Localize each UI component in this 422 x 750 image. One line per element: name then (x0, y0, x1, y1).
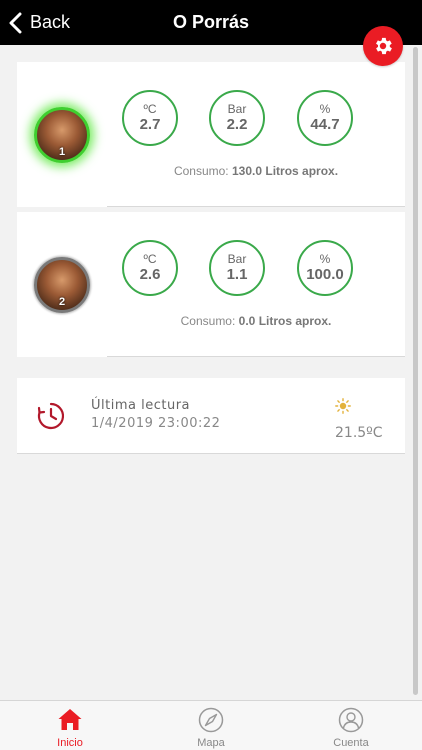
compass-icon (198, 707, 224, 733)
consumption-text: Consumo: 130.0 Litros aprox. (17, 164, 405, 178)
chevron-left-icon (9, 12, 22, 33)
tab-cuenta[interactable]: Cuenta (281, 701, 421, 750)
tank-avatar-2[interactable]: 2 (34, 257, 90, 313)
gear-icon (376, 37, 392, 55)
pressure-gauge: Bar 2.2 (209, 90, 265, 146)
gauge-unit: Bar (227, 252, 247, 266)
sun-icon (335, 398, 351, 414)
last-reading-datetime: 1/4/2019 23:00:22 (91, 416, 221, 431)
temperature-gauge: ºC 2.7 (122, 90, 178, 146)
level-gauge: % 100.0 (297, 240, 353, 296)
last-reading-label: Última lectura (91, 398, 191, 413)
tank-number: 2 (58, 296, 66, 308)
gauge-unit: Bar (227, 102, 247, 116)
user-icon (338, 707, 364, 733)
gauge-value: 2.7 (139, 116, 161, 133)
gauge-unit: ºC (143, 102, 157, 116)
divider (107, 206, 405, 207)
divider (107, 356, 405, 357)
back-label: Back (30, 12, 71, 32)
pressure-gauge: Bar 1.1 (209, 240, 265, 296)
tab-label: Cuenta (333, 737, 369, 749)
consumption-label: Consumo: (180, 314, 236, 328)
gauge-value: 1.1 (226, 266, 248, 283)
outdoor-temperature: 21.5ºC (335, 425, 383, 441)
consumption-value: 0.0 Litros aprox. (238, 314, 332, 328)
gauge-value: 44.7 (310, 116, 340, 133)
gauge-unit: % (319, 102, 331, 116)
tab-inicio[interactable]: Inicio (0, 701, 140, 750)
consumption-text: Consumo: 0.0 Litros aprox. (17, 314, 405, 328)
tab-bar: Inicio Mapa Cuenta (0, 700, 422, 750)
history-clock-icon (37, 402, 65, 430)
navigation-bar: Back O Porrás (0, 0, 422, 45)
last-reading-card: Última lectura 1/4/2019 23:00:22 21.5ºC (17, 378, 405, 454)
scrollbar[interactable] (413, 47, 418, 695)
consumption-label: Consumo: (173, 164, 229, 178)
gauge-value: 100.0 (306, 266, 344, 283)
consumption-value: 130.0 Litros aprox. (232, 164, 339, 178)
gauge-value: 2.2 (226, 116, 248, 133)
level-gauge: % 44.7 (297, 90, 353, 146)
settings-button[interactable] (363, 26, 403, 66)
tab-label: Mapa (197, 737, 225, 749)
tank-card-1[interactable]: 1 ºC 2.7 Bar 2.2 % 44.7 Consumo: 130.0 L… (17, 62, 405, 207)
tab-mapa[interactable]: Mapa (141, 701, 281, 750)
divider (17, 453, 405, 454)
tank-card-2[interactable]: 2 ºC 2.6 Bar 1.1 % 100.0 Consumo: 0.0 Li… (17, 212, 405, 357)
tab-label: Inicio (57, 737, 83, 749)
tank-number: 1 (58, 146, 66, 158)
home-icon (58, 709, 82, 730)
gauge-value: 2.6 (139, 266, 161, 283)
gauge-unit: % (319, 252, 331, 266)
tank-avatar-1[interactable]: 1 (34, 107, 90, 163)
temperature-gauge: ºC 2.6 (122, 240, 178, 296)
back-button[interactable]: Back (8, 0, 70, 45)
gauge-unit: ºC (143, 252, 157, 266)
